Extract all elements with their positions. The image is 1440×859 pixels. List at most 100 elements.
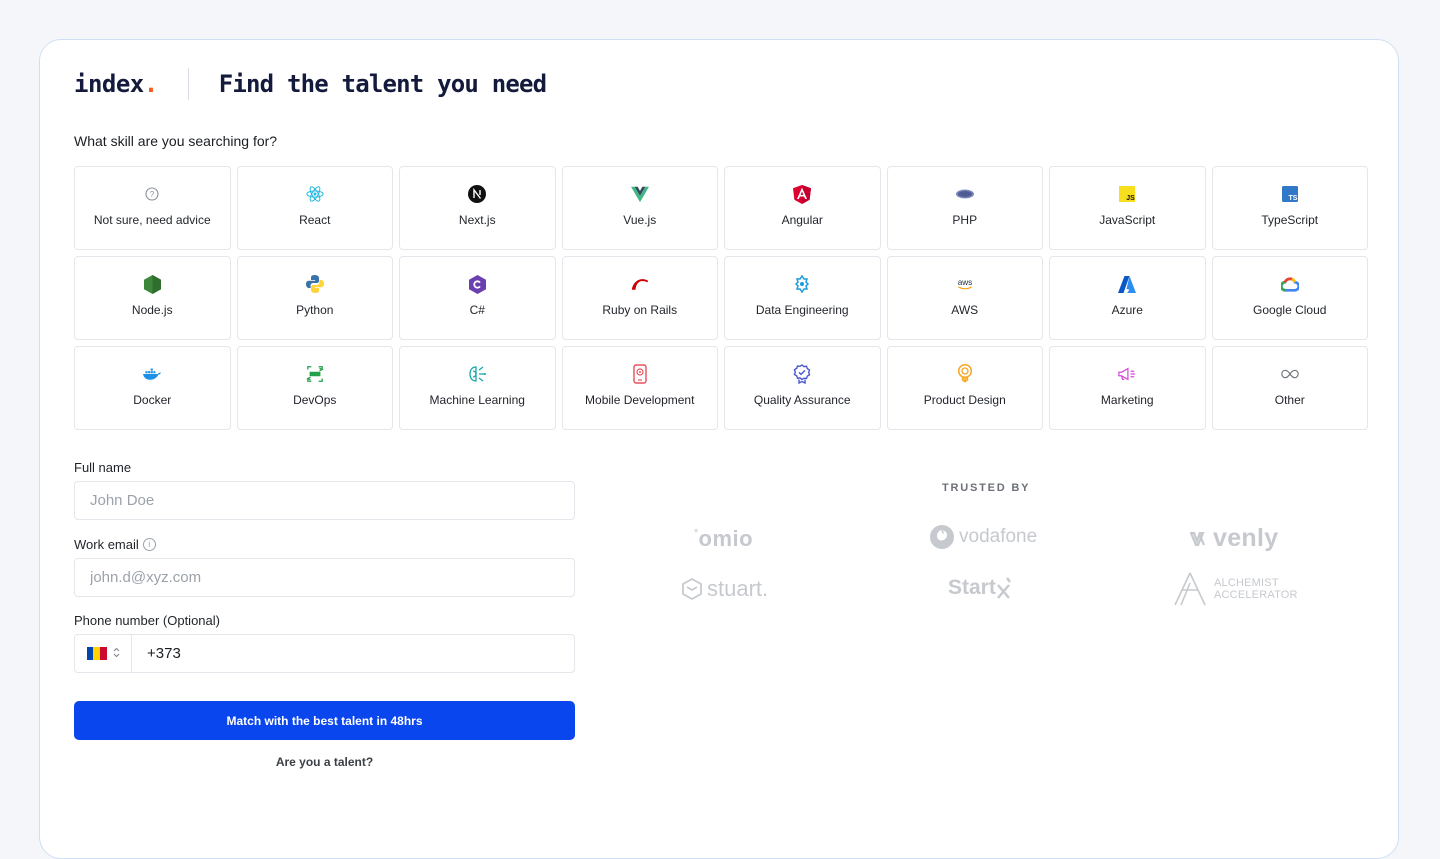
info-icon[interactable]: i <box>142 538 156 551</box>
skill-label: Quality Assurance <box>753 393 851 407</box>
startx-logo: Start <box>948 576 1012 600</box>
startx-x-icon <box>996 577 1011 599</box>
full-name-label: Full name <box>74 460 132 475</box>
docker-icon <box>143 365 162 383</box>
svg-text:aws: aws <box>957 278 972 287</box>
nodejs-icon <box>143 274 161 294</box>
header-divider <box>187 68 189 100</box>
signup-card: index. Find the talent you need What ski… <box>39 39 1399 859</box>
skill-label: Product Design <box>923 393 1006 407</box>
skill-tile-rails[interactable]: Ruby on Rails <box>561 256 718 340</box>
skill-tile-machine-learning[interactable]: Machine Learning <box>399 346 556 430</box>
skill-label: Vue.js <box>623 213 657 227</box>
vodafone-logo: vodafone <box>930 525 1037 549</box>
skill-label: Python <box>296 303 334 317</box>
skill-tile-product-design[interactable]: Product Design <box>886 346 1043 430</box>
chevron-updown-icon <box>113 645 120 663</box>
question-circle-icon: ? <box>143 185 161 203</box>
csharp-icon <box>468 274 486 294</box>
skill-label: PHP <box>952 213 978 227</box>
skill-tile-python[interactable]: Python <box>236 256 393 340</box>
infinity-icon <box>1280 365 1299 383</box>
azure-icon <box>1118 275 1137 293</box>
skill-tile-vue[interactable]: Vue.js <box>561 166 718 250</box>
skill-label: Machine Learning <box>429 393 525 407</box>
work-email-label: Work email i <box>74 537 575 552</box>
skill-question: What skill are you searching for? <box>74 133 278 149</box>
skill-label: JavaScript <box>1099 213 1156 227</box>
work-email-input[interactable] <box>74 558 575 597</box>
trusted-by-heading: TRUSTED BY <box>942 482 1031 494</box>
typescript-icon: TS <box>1281 185 1299 203</box>
skill-tile-angular[interactable]: Angular <box>724 166 881 250</box>
are-you-a-talent-link[interactable]: Are you a talent? <box>74 755 575 769</box>
omio-logo: ° omio <box>694 526 754 551</box>
skill-tile-php[interactable]: PHP <box>886 166 1043 250</box>
vue-icon <box>630 185 649 203</box>
alchemist-accelerator-logo: ALCHEMIST ACCELERATOR <box>1174 572 1298 606</box>
stuart-mark-icon <box>682 577 702 601</box>
country-code-select[interactable] <box>75 635 132 672</box>
javascript-icon: JS <box>1118 185 1136 203</box>
skill-tile-other[interactable]: Other <box>1211 346 1368 430</box>
devops-icon <box>306 365 324 383</box>
lightbulb-icon <box>956 364 974 383</box>
skill-tile-aws[interactable]: aws AWS <box>886 256 1043 340</box>
brand-name: index <box>74 70 144 98</box>
skill-tile-google-cloud[interactable]: Google Cloud <box>1211 256 1368 340</box>
skill-label: Google Cloud <box>1253 303 1327 317</box>
skill-label: C# <box>469 303 485 317</box>
skill-tile-quality-assurance[interactable]: Quality Assurance <box>724 346 881 430</box>
angular-icon <box>793 184 812 204</box>
skill-tile-mobile-development[interactable]: Mobile Development <box>561 346 718 430</box>
skill-tile-typescript[interactable]: TS TypeScript <box>1211 166 1368 250</box>
skill-label: Not sure, need advice <box>93 213 211 227</box>
data-engineering-icon <box>793 275 811 293</box>
skill-label: Angular <box>781 213 823 227</box>
python-icon <box>305 275 324 293</box>
skill-tile-not-sure[interactable]: ? Not sure, need advice <box>74 166 231 250</box>
skill-label: TypeScript <box>1261 213 1319 227</box>
brand-logo[interactable]: index. <box>74 70 158 98</box>
skill-label: Data Engineering <box>755 303 849 317</box>
match-talent-button[interactable]: Match with the best talent in 48hrs <box>74 701 575 740</box>
skill-tile-nextjs[interactable]: Next.js <box>399 166 556 250</box>
contact-form: Full name Work email i Phone number (Opt… <box>74 460 575 769</box>
accelerator-word: ACCELERATOR <box>1214 589 1298 601</box>
moldova-flag-icon <box>86 647 107 660</box>
skill-tile-data-engineering[interactable]: Data Engineering <box>724 256 881 340</box>
phone-label: Phone number (Optional) <box>74 613 220 628</box>
stuart-logo: stuart. <box>680 576 768 602</box>
skill-label: Marketing <box>1100 393 1154 407</box>
alchemist-mark-icon <box>1174 572 1206 606</box>
skill-label: DevOps <box>293 393 337 407</box>
full-name-input[interactable] <box>74 481 575 520</box>
skill-tile-react[interactable]: React <box>236 166 393 250</box>
svg-text:TS: TS <box>1288 195 1297 202</box>
venly-mark-icon <box>1190 531 1206 546</box>
phone-input[interactable] <box>132 635 574 672</box>
skill-label: Mobile Development <box>585 393 695 407</box>
skill-tile-javascript[interactable]: JS JavaScript <box>1049 166 1206 250</box>
rails-icon <box>631 275 649 293</box>
react-icon <box>306 185 324 203</box>
nextjs-icon <box>468 185 487 203</box>
vodafone-mark-icon <box>930 525 954 549</box>
skill-tile-csharp[interactable]: C# <box>399 256 556 340</box>
skill-tile-docker[interactable]: Docker <box>74 346 231 430</box>
skill-tile-devops[interactable]: DevOps <box>236 346 393 430</box>
skill-tile-azure[interactable]: Azure <box>1049 256 1206 340</box>
mobile-icon <box>631 364 649 384</box>
svg-text:?: ? <box>150 190 155 199</box>
skill-label: AWS <box>951 303 979 317</box>
skill-label: Docker <box>133 393 172 407</box>
skill-label: Other <box>1274 393 1305 407</box>
skill-label: React <box>299 213 331 227</box>
page-title: Find the talent you need <box>218 70 547 98</box>
svg-text:JS: JS <box>1126 195 1135 202</box>
skill-tile-marketing[interactable]: Marketing <box>1049 346 1206 430</box>
php-icon <box>955 185 974 203</box>
quality-badge-icon <box>793 364 811 384</box>
brand-dot: . <box>143 70 158 98</box>
skill-tile-nodejs[interactable]: Node.js <box>74 256 231 340</box>
